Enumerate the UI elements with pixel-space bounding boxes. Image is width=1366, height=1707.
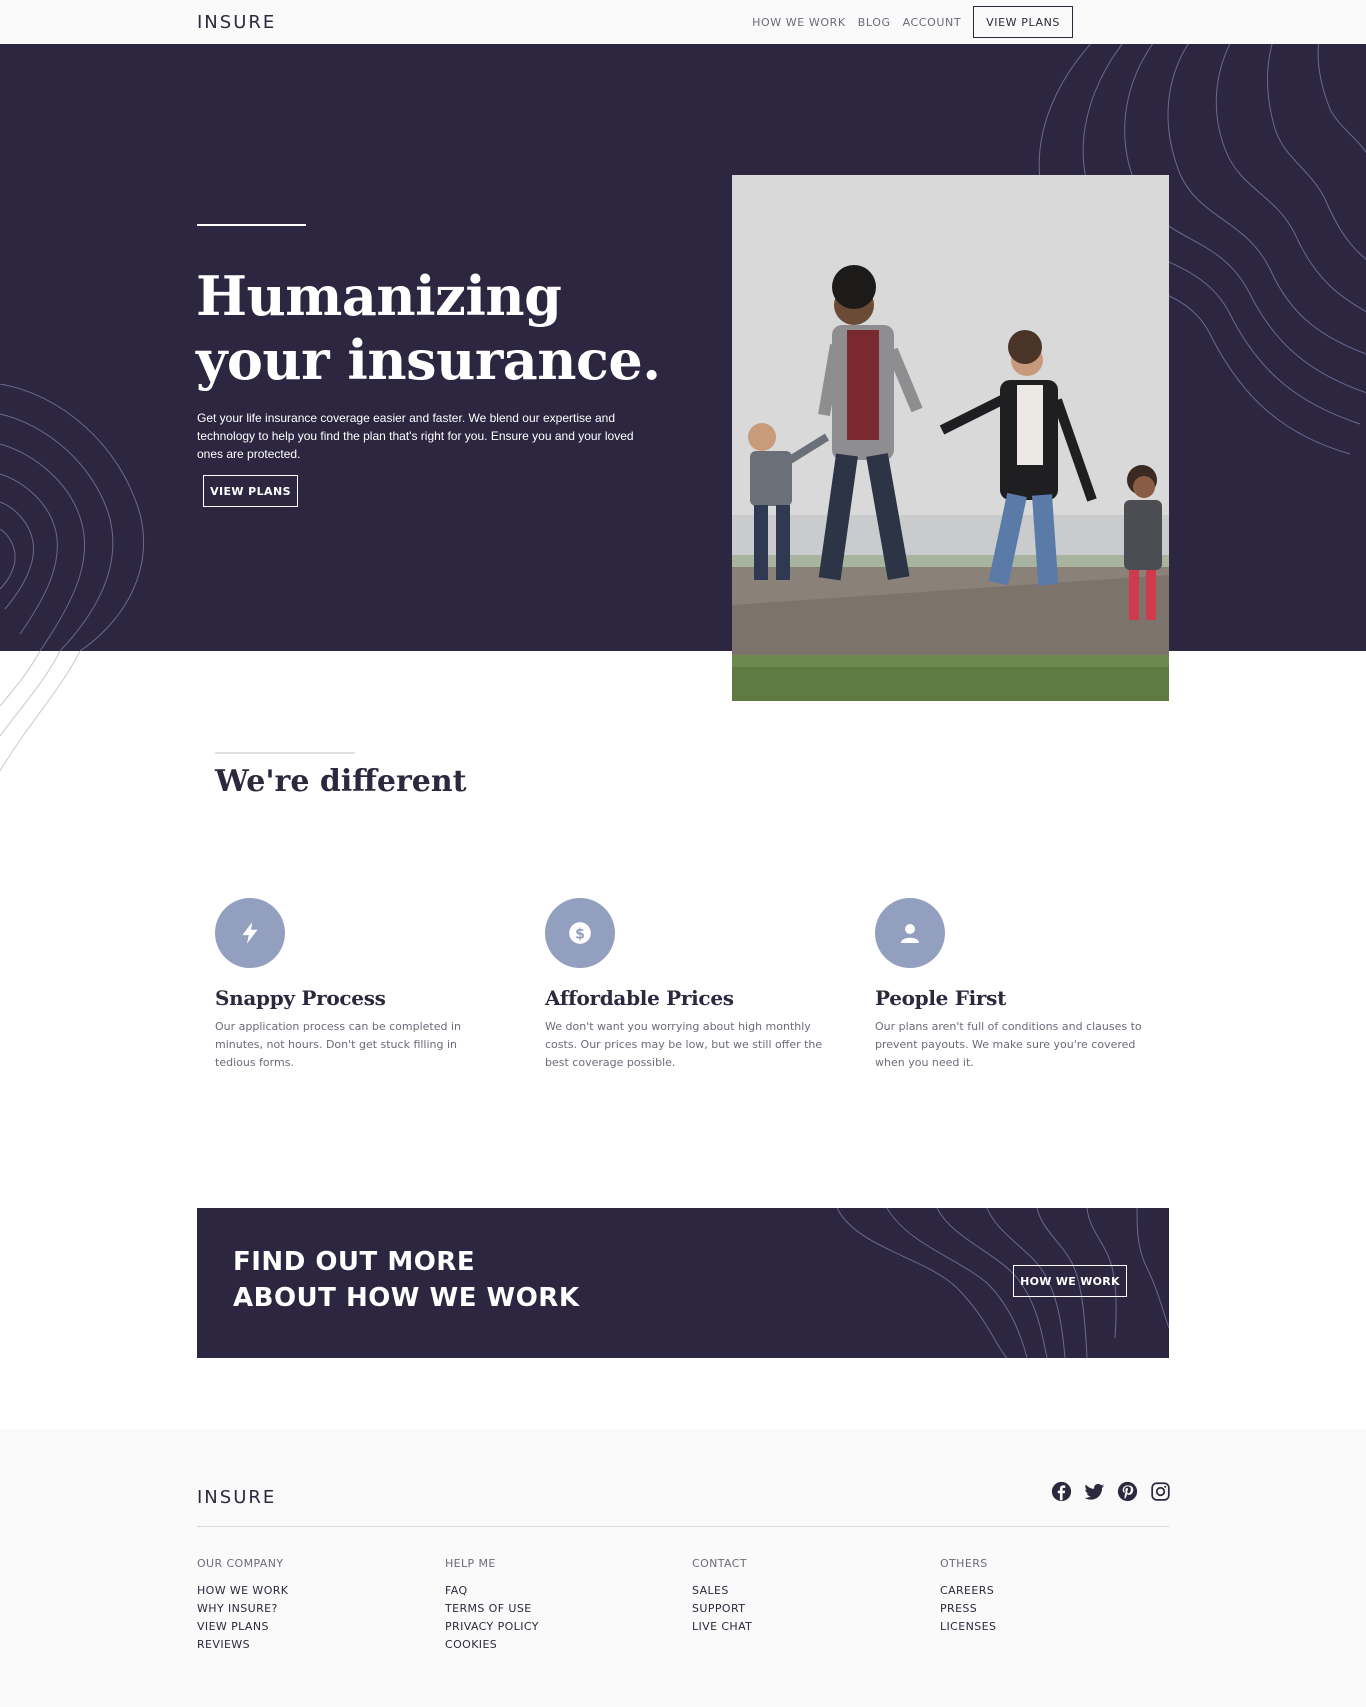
footer-column-contact: CONTACT SALES SUPPORT LIVE CHAT — [692, 1557, 932, 1636]
footer-column-heading: OUR COMPANY — [197, 1557, 284, 1570]
nav-link-account[interactable]: ACCOUNT — [903, 16, 962, 29]
footer-link-privacy-policy[interactable]: PRIVACY POLICY — [445, 1618, 685, 1636]
footer-column-heading: HELP ME — [445, 1557, 496, 1570]
footer-link-reviews[interactable]: REVIEWS — [197, 1636, 437, 1654]
footer-link-terms-of-use[interactable]: TERMS OF USE — [445, 1600, 685, 1618]
feature-icon-circle — [875, 898, 945, 968]
feature-title: Snappy Process — [215, 986, 386, 1010]
twitter-icon[interactable] — [1084, 1481, 1105, 1502]
cta-title-line1: FIND OUT MORE — [233, 1247, 476, 1277]
logo[interactable]: INSURE — [197, 12, 276, 33]
feature-text: Our application process can be completed… — [215, 1020, 461, 1069]
hero-view-plans-button[interactable]: VIEW PLANS — [203, 475, 298, 507]
different-divider — [215, 752, 355, 754]
section-contour-left-pattern — [0, 651, 81, 771]
footer-link-how-we-work[interactable]: HOW WE WORK — [197, 1582, 437, 1600]
svg-text:$: $ — [575, 926, 585, 942]
nav-links: HOW WE WORK BLOG ACCOUNT VIEW PLANS — [752, 6, 1073, 38]
person-icon — [901, 924, 919, 943]
footer-link-faq[interactable]: FAQ — [445, 1582, 685, 1600]
hero-family-photo — [732, 175, 1169, 701]
social-links — [1051, 1481, 1171, 1502]
feature-icon-circle: $ — [545, 898, 615, 968]
feature-icon-circle — [215, 898, 285, 968]
cta-how-we-work-button[interactable]: HOW WE WORK — [1013, 1265, 1127, 1297]
hero-title-line2: your insurance. — [196, 328, 661, 392]
hero-title-line1: Humanizing — [196, 264, 562, 328]
feature-text: We don't want you worrying about high mo… — [545, 1020, 823, 1069]
footer-column-others: OTHERS CAREERS PRESS LICENSES — [940, 1557, 1180, 1636]
top-nav: INSURE HOW WE WORK BLOG ACCOUNT VIEW PLA… — [0, 0, 1366, 44]
feature-snappy-process: Snappy Process Our application process c… — [215, 898, 505, 1072]
feature-text: Our plans aren't full of conditions and … — [875, 1020, 1142, 1069]
footer-divider — [197, 1526, 1169, 1527]
cta-title: FIND OUT MORE ABOUT HOW WE WORK — [233, 1244, 579, 1316]
different-title: We're different — [215, 764, 467, 799]
footer-link-licenses[interactable]: LICENSES — [940, 1618, 1180, 1636]
footer-link-press[interactable]: PRESS — [940, 1600, 1180, 1618]
footer-link-why-insure[interactable]: WHY INSURE? — [197, 1600, 437, 1618]
footer-link-live-chat[interactable]: LIVE CHAT — [692, 1618, 932, 1636]
feature-affordable-prices: $ Affordable Prices We don't want you wo… — [545, 898, 835, 1072]
footer-column-heading: OTHERS — [940, 1557, 988, 1570]
dollar-icon: $ — [569, 922, 591, 944]
hero-description: Get your life insurance coverage easier … — [197, 411, 634, 461]
hero-title: Humanizing your insurance. — [196, 264, 676, 392]
facebook-icon[interactable] — [1051, 1481, 1072, 1502]
feature-title: Affordable Prices — [545, 986, 734, 1010]
hero-divider — [197, 224, 306, 226]
feature-people-first: People First Our plans aren't full of co… — [875, 898, 1165, 1072]
instagram-icon[interactable] — [1150, 1481, 1171, 1502]
nav-link-how-we-work[interactable]: HOW WE WORK — [752, 16, 846, 29]
pinterest-icon[interactable] — [1117, 1481, 1138, 1502]
footer-link-sales[interactable]: SALES — [692, 1582, 932, 1600]
footer-column-help-me: HELP ME FAQ TERMS OF USE PRIVACY POLICY … — [445, 1557, 685, 1654]
feature-title: People First — [875, 986, 1007, 1010]
lightning-icon — [242, 922, 258, 944]
footer-column-our-company: OUR COMPANY HOW WE WORK WHY INSURE? VIEW… — [197, 1557, 437, 1654]
nav-link-blog[interactable]: BLOG — [858, 16, 891, 29]
cta-title-line2: ABOUT HOW WE WORK — [233, 1283, 580, 1313]
footer-link-view-plans[interactable]: VIEW PLANS — [197, 1618, 437, 1636]
nav-view-plans-button[interactable]: VIEW PLANS — [973, 6, 1073, 38]
footer-link-support[interactable]: SUPPORT — [692, 1600, 932, 1618]
footer-link-careers[interactable]: CAREERS — [940, 1582, 1180, 1600]
footer-column-heading: CONTACT — [692, 1557, 747, 1570]
footer-logo[interactable]: INSURE — [197, 1487, 276, 1508]
hero-contour-left-pattern — [0, 384, 144, 651]
cta-banner: FIND OUT MORE ABOUT HOW WE WORK HOW WE W… — [197, 1208, 1169, 1358]
footer-link-cookies[interactable]: COOKIES — [445, 1636, 685, 1654]
footer: INSURE OUR COMPANY HOW WE WORK WHY INSUR… — [0, 1429, 1366, 1707]
